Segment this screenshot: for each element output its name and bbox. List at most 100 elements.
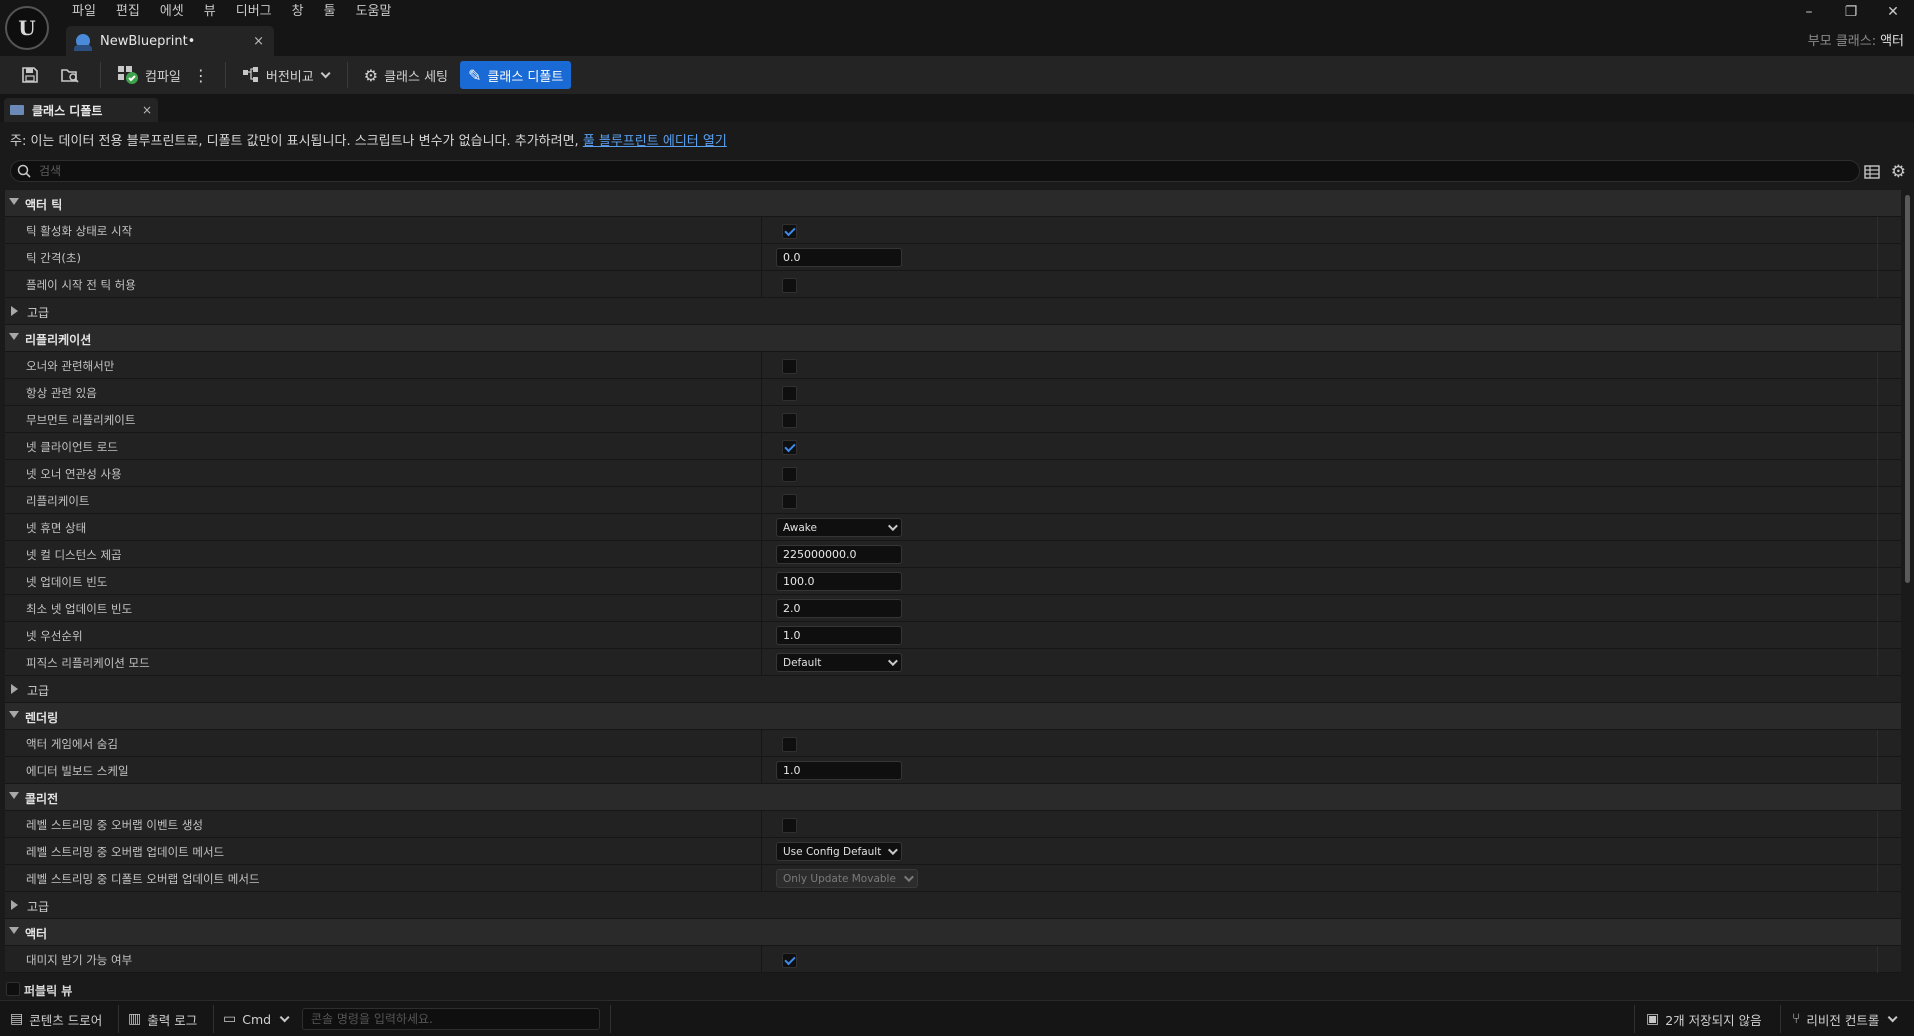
property-checkbox[interactable] (782, 953, 797, 968)
open-full-editor-link[interactable]: 풀 블루프린트 에디터 열기 (583, 134, 727, 149)
column-divider[interactable] (761, 217, 762, 244)
asset-tab[interactable]: NewBlueprint• × (66, 26, 274, 56)
advanced-section[interactable]: 고급 (5, 298, 1901, 325)
cmd-dropdown[interactable]: ▭ Cmd (213, 1001, 296, 1036)
menu-item[interactable]: 툴 (314, 2, 346, 22)
menu-item[interactable]: 도움말 (346, 2, 402, 22)
collapsed-arrow-icon (11, 684, 18, 694)
property-checkbox[interactable] (782, 278, 797, 293)
close-window-button[interactable]: ✕ (1872, 0, 1914, 24)
column-divider[interactable] (761, 595, 762, 622)
column-divider[interactable] (761, 514, 762, 541)
advanced-section[interactable]: 고급 (5, 892, 1901, 919)
restore-button[interactable]: ❐ (1830, 0, 1872, 24)
menu-item[interactable]: 창 (282, 2, 314, 22)
content-drawer-button[interactable]: ▤ 콘텐츠 드로어 (0, 1001, 112, 1036)
column-divider[interactable] (761, 649, 762, 676)
column-divider[interactable] (761, 838, 762, 865)
class-defaults-button[interactable]: ✎ 클래스 디폴트 (460, 61, 572, 89)
column-divider[interactable] (761, 487, 762, 514)
property-dropdown[interactable]: Use Config Default (776, 842, 902, 861)
property-checkbox[interactable] (782, 818, 797, 833)
save-status-icon: ▣ (1646, 1011, 1660, 1027)
view-options-icon[interactable] (1864, 164, 1880, 180)
property-value-field[interactable]: 225000000.0 (776, 545, 902, 564)
console-command-input[interactable] (302, 1008, 600, 1030)
minimize-button[interactable]: – (1788, 0, 1830, 24)
column-divider[interactable] (761, 271, 762, 298)
diff-button[interactable]: 버전비교 (234, 61, 335, 89)
unreal-logo-icon[interactable]: U (5, 6, 49, 50)
property-row: 대미지 받기 가능 여부 (5, 946, 1901, 973)
property-value-field[interactable]: 1.0 (776, 626, 902, 645)
public-view-checkbox[interactable] (6, 982, 20, 996)
property-value-field[interactable]: 100.0 (776, 572, 902, 591)
property-dropdown[interactable]: Default (776, 653, 902, 672)
output-log-button[interactable]: ▥ 출력 로그 (118, 1001, 207, 1036)
property-checkbox[interactable] (782, 413, 797, 428)
property-checkbox[interactable] (782, 359, 797, 374)
menu-item[interactable]: 뷰 (194, 2, 226, 22)
column-divider[interactable] (761, 757, 762, 784)
close-panel-icon[interactable]: × (142, 103, 152, 117)
category-header[interactable]: 콜리전 (5, 784, 1901, 811)
property-dropdown: Only Update Movable (776, 869, 918, 888)
property-value-field[interactable]: 2.0 (776, 599, 902, 618)
reset-column-divider (1877, 649, 1878, 676)
column-divider[interactable] (761, 946, 762, 973)
settings-gear-icon[interactable]: ⚙ (1891, 162, 1906, 182)
advanced-section[interactable]: 고급 (5, 676, 1901, 703)
compile-options-icon[interactable]: ⋮ (193, 66, 209, 85)
column-divider[interactable] (761, 568, 762, 595)
search-input[interactable] (39, 162, 1839, 180)
column-divider[interactable] (761, 730, 762, 757)
property-dropdown[interactable]: Awake (776, 518, 902, 537)
class-defaults-tab[interactable]: 클래스 디폴트 × (4, 98, 158, 122)
column-divider[interactable] (761, 406, 762, 433)
advanced-label: 고급 (27, 306, 50, 320)
chevron-down-icon (1888, 1011, 1898, 1022)
scrollbar-thumb[interactable] (1905, 195, 1910, 583)
menu-item[interactable]: 파일 (62, 2, 106, 22)
property-checkbox[interactable] (782, 737, 797, 752)
search-box[interactable] (10, 160, 1860, 182)
column-divider[interactable] (761, 352, 762, 379)
column-divider[interactable] (761, 865, 762, 892)
category-header[interactable]: 리플리케이션 (5, 325, 1901, 352)
search-row (10, 160, 1862, 182)
column-divider[interactable] (761, 811, 762, 838)
property-checkbox[interactable] (782, 386, 797, 401)
category-header[interactable]: 렌더링 (5, 703, 1901, 730)
property-checkbox[interactable] (782, 494, 797, 509)
column-divider[interactable] (761, 379, 762, 406)
column-divider[interactable] (761, 433, 762, 460)
property-checkbox[interactable] (782, 467, 797, 482)
menu-item[interactable]: 에셋 (150, 2, 194, 22)
column-divider[interactable] (761, 460, 762, 487)
save-button[interactable] (12, 60, 48, 90)
column-divider[interactable] (761, 244, 762, 271)
unsaved-assets-button[interactable]: ▣ 2개 저장되지 않음 (1636, 1001, 1772, 1036)
column-divider[interactable] (761, 541, 762, 568)
property-value-field[interactable]: 1.0 (776, 761, 902, 780)
property-checkbox[interactable] (782, 224, 797, 239)
property-name: 리플리케이트 (26, 494, 90, 508)
class-settings-button[interactable]: ⚙ 클래스 세팅 (356, 61, 456, 89)
unsaved-assets-label: 2개 저장되지 않음 (1665, 1012, 1762, 1028)
browse-button[interactable] (52, 60, 88, 90)
compile-button[interactable]: 컴파일 (109, 61, 189, 89)
category-label: 액터 틱 (25, 198, 63, 212)
property-checkbox[interactable] (782, 440, 797, 455)
column-divider[interactable] (761, 622, 762, 649)
menu-item[interactable]: 디버그 (226, 2, 282, 22)
category-header[interactable]: 액터 틱 (5, 190, 1901, 217)
property-value-field[interactable]: 0.0 (776, 248, 902, 267)
menu-item[interactable]: 편집 (106, 2, 150, 22)
category-header[interactable]: 액터 (5, 919, 1901, 946)
public-view-toggle[interactable]: 퍼블릭 뷰 (0, 978, 1914, 1000)
parent-class-value[interactable]: 액터 (1880, 34, 1904, 49)
reset-column-divider (1877, 595, 1878, 622)
revision-control-button[interactable]: ⑂ 리비전 컨트롤 (1782, 1001, 1904, 1036)
close-tab-icon[interactable]: × (253, 34, 264, 49)
reset-column-divider (1877, 514, 1878, 541)
